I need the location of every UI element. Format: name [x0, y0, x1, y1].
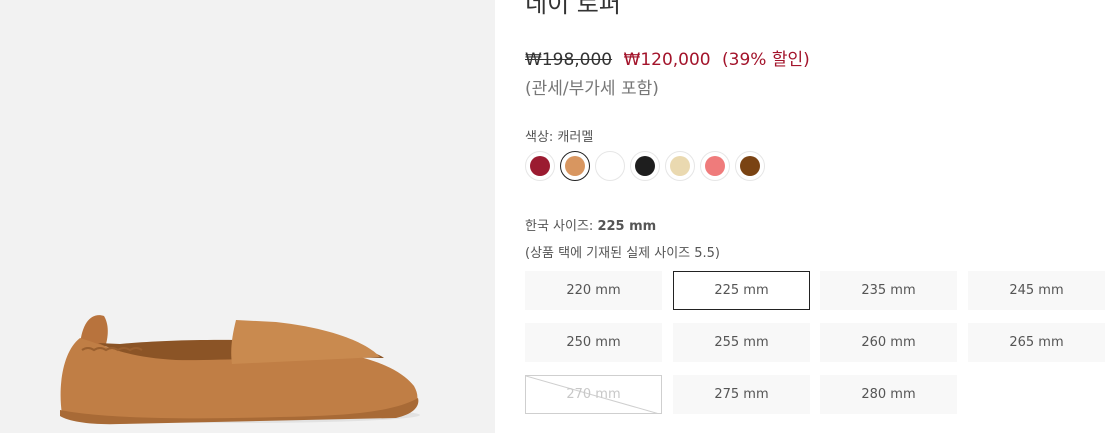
size-option-220-mm[interactable]: 220 mm [525, 271, 662, 310]
discount-badge: (39% 할인) [722, 50, 810, 70]
color-swatch-fill [705, 156, 725, 176]
color-swatch-black[interactable] [630, 151, 660, 181]
color-swatch-cream[interactable] [665, 151, 695, 181]
size-option-label: 260 mm [861, 335, 916, 350]
size-option-label: 250 mm [566, 335, 621, 350]
color-swatch-fill [600, 156, 620, 176]
size-option-265-mm[interactable]: 265 mm [968, 323, 1105, 362]
size-option-260-mm[interactable]: 260 mm [820, 323, 957, 362]
size-option-label: 255 mm [714, 335, 769, 350]
selected-size: 225 mm [597, 219, 657, 234]
size-option-label: 275 mm [714, 387, 769, 402]
size-option-label: 280 mm [861, 387, 916, 402]
color-label: 색상: 캐러멜 [525, 130, 594, 145]
size-option-label: 245 mm [1009, 283, 1064, 298]
size-option-225-mm[interactable]: 225 mm [673, 271, 810, 310]
price-row: ₩198,000 ₩120,000 (39% 할인) [525, 45, 810, 70]
color-swatch-caramel[interactable] [560, 151, 590, 181]
size-option-label: 235 mm [861, 283, 916, 298]
original-price: ₩198,000 [525, 50, 613, 70]
color-swatch-white[interactable] [595, 151, 625, 181]
size-option-label: 270 mm [566, 387, 621, 402]
color-swatch-fill [635, 156, 655, 176]
size-label-prefix: 한국 사이즈: [525, 219, 594, 234]
size-option-275-mm[interactable]: 275 mm [673, 375, 810, 414]
size-option-270-mm: 270 mm [525, 375, 662, 414]
product-image-panel [0, 0, 495, 433]
loafer-product-image[interactable] [0, 0, 495, 433]
size-option-255-mm[interactable]: 255 mm [673, 323, 810, 362]
color-swatch-fill [670, 156, 690, 176]
product-title: 네이 로퍼 [525, 0, 621, 18]
color-swatch-pink[interactable] [700, 151, 730, 181]
tax-note: (관세/부가세 포함) [525, 79, 659, 99]
color-swatch-fill [565, 156, 585, 176]
size-option-235-mm[interactable]: 235 mm [820, 271, 957, 310]
size-option-label: 265 mm [1009, 335, 1064, 350]
size-option-label: 220 mm [566, 283, 621, 298]
sale-price: ₩120,000 [623, 50, 711, 70]
color-swatch-burgundy[interactable] [525, 151, 555, 181]
size-option-label: 225 mm [714, 283, 769, 298]
size-option-250-mm[interactable]: 250 mm [525, 323, 662, 362]
size-option-280-mm[interactable]: 280 mm [820, 375, 957, 414]
color-swatch-fill [530, 156, 550, 176]
color-swatch-brown[interactable] [735, 151, 765, 181]
size-note: (상품 택에 기재된 실제 사이즈 5.5) [525, 246, 720, 261]
size-option-245-mm[interactable]: 245 mm [968, 271, 1105, 310]
color-swatch-fill [740, 156, 760, 176]
size-label: 한국 사이즈: 225 mm [525, 215, 656, 234]
product-info-panel: 네이 로퍼 ₩198,000 ₩120,000 (39% 할인) (관세/부가세… [525, 0, 1112, 433]
